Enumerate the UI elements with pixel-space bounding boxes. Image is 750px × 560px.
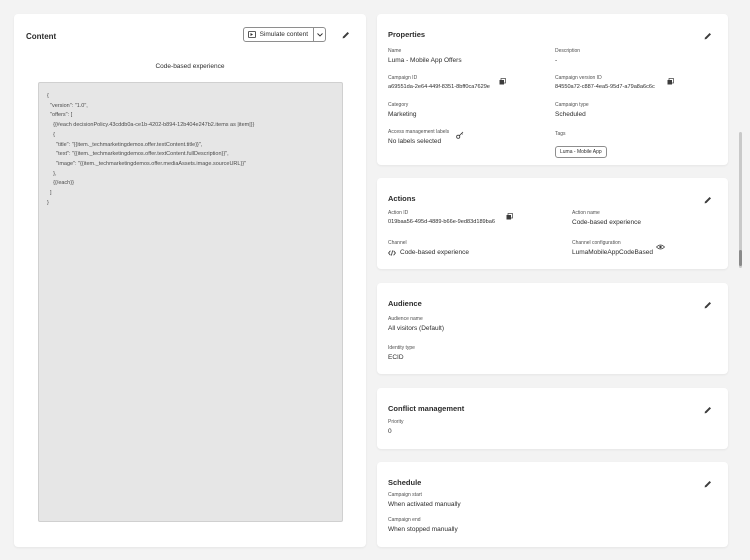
access-labels-value: No labels selected bbox=[388, 138, 442, 145]
field-action-name: Action name Code-based experience bbox=[572, 210, 642, 226]
eye-icon[interactable] bbox=[656, 244, 665, 250]
edit-conflict-management-button[interactable] bbox=[702, 404, 714, 416]
pencil-icon bbox=[704, 481, 711, 488]
properties-title: Properties bbox=[388, 30, 426, 39]
schedule-title: Schedule bbox=[388, 478, 422, 487]
simulate-content-label: Simulate content bbox=[259, 31, 308, 38]
channel-value: Code-based experience bbox=[388, 249, 469, 256]
campaign-id-value: a69551da-2e64-449f-8351-8bff0ca7629e bbox=[388, 84, 490, 90]
conflict-management-title: Conflict management bbox=[388, 404, 465, 413]
pencil-icon bbox=[704, 197, 711, 204]
copy-icon[interactable] bbox=[499, 78, 506, 85]
audience-name-value: All visitors (Default) bbox=[388, 325, 444, 332]
field-tags: Tags Luma - Mobile App bbox=[555, 131, 607, 158]
pencil-icon bbox=[704, 407, 711, 414]
actions-card: Actions Action ID 019baa56-495d-4889-b66… bbox=[377, 178, 728, 269]
priority-value: 0 bbox=[388, 428, 392, 435]
edit-audience-button[interactable] bbox=[702, 299, 714, 311]
content-subtitle: Code-based experience bbox=[155, 63, 225, 70]
copy-icon[interactable] bbox=[506, 213, 513, 220]
description-value: - bbox=[555, 57, 558, 64]
field-description: Description - bbox=[555, 48, 581, 64]
code-editor[interactable]: { "version": "1.0", "offers": [ {{#each … bbox=[38, 82, 343, 522]
campaign-name-value: Luma - Mobile App Offers bbox=[388, 57, 462, 64]
edit-schedule-button[interactable] bbox=[702, 478, 714, 490]
content-header: Content Simulate content bbox=[26, 27, 354, 44]
simulate-icon bbox=[247, 31, 256, 38]
field-priority: Priority 0 bbox=[388, 419, 404, 435]
content-title: Content bbox=[26, 32, 57, 41]
campaign-end-value: When stopped manually bbox=[388, 526, 458, 533]
field-name: Name Luma - Mobile App Offers bbox=[388, 48, 462, 64]
field-campaign-end: Campaign end When stopped manually bbox=[388, 517, 458, 533]
properties-card: Properties Name Luma - Mobile App Offers… bbox=[377, 14, 728, 165]
category-value: Marketing bbox=[388, 111, 417, 118]
code-icon bbox=[388, 249, 396, 256]
field-campaign-id: Campaign ID a69551da-2e64-449f-8351-8bff… bbox=[388, 75, 490, 90]
scrollbar-track[interactable] bbox=[739, 132, 742, 268]
edit-actions-button[interactable] bbox=[702, 194, 714, 206]
schedule-card: Schedule Campaign start When activated m… bbox=[377, 462, 728, 547]
edit-content-button[interactable] bbox=[340, 29, 352, 41]
field-channel-configuration: Channel configuration LumaMobileAppCodeB… bbox=[572, 240, 653, 256]
channel-config-value: LumaMobileAppCodeBased bbox=[572, 249, 653, 256]
pencil-icon bbox=[704, 33, 711, 40]
action-name-value: Code-based experience bbox=[572, 219, 642, 226]
field-campaign-version-id: Campaign version ID 84550a72-c887-4ea5-9… bbox=[555, 75, 655, 90]
simulate-dropdown-toggle[interactable] bbox=[313, 28, 325, 41]
copy-icon[interactable] bbox=[667, 78, 674, 85]
content-panel: Content Simulate content Code-based expe… bbox=[14, 14, 366, 547]
edit-properties-button[interactable] bbox=[702, 30, 714, 42]
field-identity-type: Identity type ECID bbox=[388, 345, 415, 361]
audience-card: Audience Audience name All visitors (Def… bbox=[377, 283, 728, 374]
pencil-icon bbox=[704, 302, 711, 309]
field-campaign-start: Campaign start When activated manually bbox=[388, 492, 461, 508]
key-icon[interactable] bbox=[456, 131, 464, 139]
field-channel: Channel Code-based experience bbox=[388, 240, 470, 256]
field-action-id: Action ID 019baa56-495d-4889-b66e-9ed83d… bbox=[388, 210, 496, 225]
tag-chip[interactable]: Luma - Mobile App bbox=[555, 146, 607, 158]
identity-type-value: ECID bbox=[388, 354, 404, 361]
pencil-icon bbox=[342, 32, 349, 39]
field-category: Category Marketing bbox=[388, 102, 417, 118]
simulate-content-button[interactable]: Simulate content bbox=[242, 27, 326, 42]
simulate-content-main[interactable]: Simulate content bbox=[244, 28, 313, 41]
field-access-labels: Access management labels No labels selec… bbox=[388, 129, 450, 145]
scrollbar-thumb[interactable] bbox=[739, 250, 742, 266]
actions-title: Actions bbox=[388, 194, 416, 203]
field-audience-name: Audience name All visitors (Default) bbox=[388, 316, 444, 332]
field-campaign-type: Campaign type Scheduled bbox=[555, 102, 589, 118]
conflict-management-card: Conflict management Priority 0 bbox=[377, 388, 728, 449]
campaign-version-id-value: 84550a72-c887-4ea5-95d7-a79a8a6c6c bbox=[555, 84, 655, 90]
campaign-type-value: Scheduled bbox=[555, 111, 586, 118]
action-id-value: 019baa56-495d-4889-b66e-9ed83d189ba6 bbox=[388, 219, 496, 225]
audience-title: Audience bbox=[388, 299, 422, 308]
chevron-down-icon bbox=[316, 32, 323, 37]
campaign-start-value: When activated manually bbox=[388, 501, 461, 508]
